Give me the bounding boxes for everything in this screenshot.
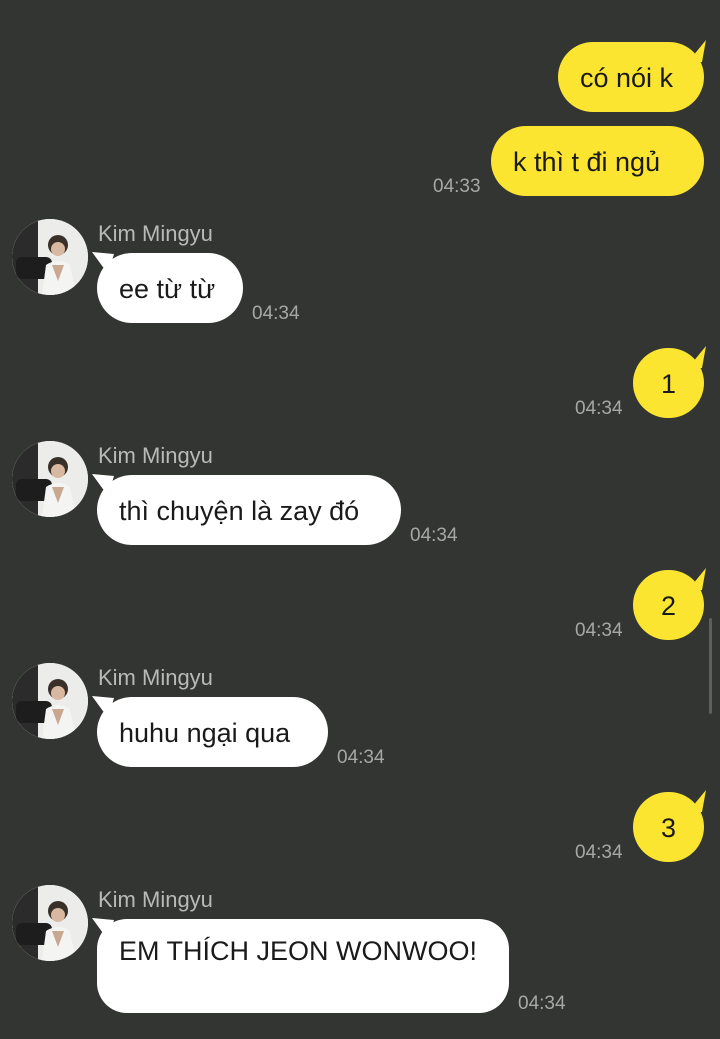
sender-name: Kim Mingyu	[98, 665, 213, 690]
contact-avatar[interactable]	[12, 885, 88, 961]
message-text: có nói k	[580, 63, 674, 93]
contact-avatar[interactable]	[12, 219, 88, 295]
message-timestamp: 04:34	[337, 747, 385, 768]
sender-name: Kim Mingyu	[98, 887, 213, 912]
avatar-icon	[12, 219, 88, 295]
message-timestamp: 04:33	[433, 176, 481, 197]
incoming-message-bubble[interactable]: huhu ngại qua	[97, 697, 328, 767]
bubble-tail	[688, 346, 706, 368]
message-timestamp: 04:34	[575, 620, 623, 641]
message-text: 2	[660, 591, 677, 621]
outgoing-message-bubble[interactable]: k thì t đi ngủ	[491, 126, 704, 196]
message-text: 1	[660, 369, 677, 399]
message-text: ee từ từ	[119, 274, 216, 304]
message-timestamp: 04:34	[410, 525, 458, 546]
message-text: thì chuyện là zay đó	[119, 496, 360, 526]
message-text: huhu ngại qua	[119, 718, 291, 748]
contact-avatar[interactable]	[12, 663, 88, 739]
avatar-icon	[12, 441, 88, 517]
incoming-message-bubble[interactable]: ee từ từ	[97, 253, 243, 323]
bubble-tail	[688, 40, 706, 62]
message-text: 3	[660, 813, 677, 843]
contact-avatar[interactable]	[12, 441, 88, 517]
incoming-message-bubble[interactable]: thì chuyện là zay đó	[97, 475, 401, 545]
incoming-message-bubble[interactable]: EM THÍCH JEON WONWOO!	[97, 919, 509, 1013]
message-timestamp: 04:34	[575, 398, 623, 419]
message-timestamp: 04:34	[575, 842, 623, 863]
bubble-tail	[688, 790, 706, 812]
avatar-icon	[12, 663, 88, 739]
bubble-tail	[688, 568, 706, 590]
outgoing-message-bubble[interactable]: có nói k	[558, 42, 704, 112]
message-timestamp: 04:34	[252, 303, 300, 324]
message-timestamp: 04:34	[518, 993, 566, 1014]
sender-name: Kim Mingyu	[98, 221, 213, 246]
message-text: k thì t đi ngủ	[513, 147, 661, 177]
scrollbar[interactable]	[709, 618, 712, 714]
sender-name: Kim Mingyu	[98, 443, 213, 468]
avatar-icon	[12, 885, 88, 961]
message-text: EM THÍCH JEON WONWOO!	[119, 936, 477, 966]
